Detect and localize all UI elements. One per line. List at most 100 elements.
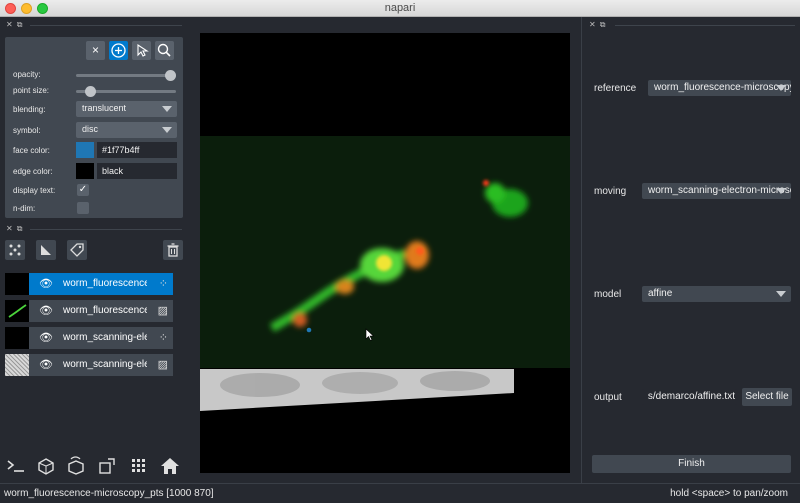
home-icon (161, 458, 179, 474)
eye-icon[interactable]: 👁 (39, 304, 53, 317)
status-message: worm_fluorescence-microscopy_pts [1000 8… (4, 488, 214, 499)
points-layer-type-icon: ⁘ (158, 278, 168, 290)
bright-spot (376, 255, 392, 271)
new-labels-layer-button[interactable] (67, 240, 87, 260)
eye-icon[interactable]: 👁 (39, 358, 53, 371)
dock-float-icon[interactable]: ⧉ (600, 20, 606, 29)
point-size-slider-handle[interactable] (85, 86, 96, 97)
worm-image-thumbnail (8, 304, 27, 318)
edge-color-swatch[interactable] (76, 163, 94, 179)
output-path-input[interactable]: s/demarco/affine.txt (642, 389, 737, 405)
new-shapes-layer-button[interactable] (36, 240, 56, 260)
chevron-down-icon (776, 85, 786, 91)
dock-float-icon[interactable]: ⧉ (17, 224, 23, 233)
face-color-swatch[interactable] (76, 142, 94, 158)
dock-float-icon[interactable]: ⧉ (17, 20, 23, 29)
ndim-label: n-dim: (13, 204, 36, 213)
display-text-checkbox[interactable]: ✓ (77, 184, 89, 196)
points-layer-type-icon: ⁘ (158, 332, 168, 344)
blending-select[interactable]: translucent (76, 101, 177, 117)
layer-name[interactable]: worm_fluorescence-microscopy (63, 305, 147, 316)
dock-divider (30, 229, 182, 230)
delete-layer-button[interactable] (163, 240, 183, 260)
ndisplay-icon (38, 458, 54, 475)
layer-item[interactable]: 👁 worm_fluorescence-microscopy_pts ⁘ (5, 273, 173, 295)
new-points-icon (9, 244, 21, 256)
moving-select[interactable]: worm_scanning-electron-microscopy (642, 183, 791, 199)
dock-close-icon[interactable]: ✕ (6, 20, 13, 29)
opacity-label: opacity: (13, 70, 41, 79)
dock-close-icon[interactable]: ✕ (589, 20, 596, 29)
chevron-down-icon (776, 188, 786, 194)
blending-value: translucent (82, 103, 127, 113)
layer-name[interactable]: worm_fluorescence-microscopy_pts (63, 278, 147, 289)
symbol-value: disc (82, 124, 99, 134)
console-icon (7, 460, 24, 472)
registration-dock-header: ✕ ⧉ (589, 20, 609, 32)
dock-close-icon[interactable]: ✕ (6, 224, 13, 233)
status-bar: worm_fluorescence-microscopy_pts [1000 8… (0, 483, 800, 503)
layer-name[interactable]: worm_scanning-electron-microscopy (63, 359, 147, 370)
finish-button[interactable]: Finish (592, 455, 791, 473)
display-text-label: display text: (13, 186, 56, 195)
model-select[interactable]: affine (642, 286, 791, 302)
layer-item[interactable]: 👁 worm_scanning-electron-microscopy_pts … (5, 327, 173, 349)
close-icon: × (91, 43, 99, 57)
delete-selected-points-button[interactable]: × (86, 41, 105, 60)
model-label: model (594, 289, 622, 300)
new-points-layer-button[interactable] (5, 240, 25, 260)
add-points-button[interactable] (109, 41, 128, 60)
select-points-button[interactable] (132, 41, 151, 60)
bright-spot (483, 180, 489, 186)
layer-item[interactable]: 👁 worm_scanning-electron-microscopy ▨ (5, 354, 173, 376)
layer-controls-dock-header: ✕ ⧉ (6, 20, 26, 32)
layer-item-body: 👁 worm_fluorescence-microscopy ▨ (29, 300, 173, 322)
dock-divider (30, 25, 182, 26)
symbol-select[interactable]: disc (76, 122, 177, 138)
layer-controls-panel: × opacity: point size: blending: translu… (5, 37, 183, 218)
blending-label: blending: (13, 105, 46, 114)
window-titlebar: napari (0, 0, 800, 17)
window-title: napari (384, 2, 416, 14)
new-labels-icon (70, 243, 84, 257)
pan-zoom-button[interactable] (155, 41, 174, 60)
console-button[interactable] (5, 456, 27, 476)
bright-spot (416, 247, 424, 255)
reference-select[interactable]: worm_fluorescence-microscopy (648, 80, 791, 96)
grid-icon (132, 459, 145, 472)
chevron-down-icon (162, 106, 172, 112)
point-marker[interactable] (306, 327, 312, 333)
viewer-canvas[interactable] (200, 33, 570, 473)
layer-item[interactable]: 👁 worm_fluorescence-microscopy ▨ (5, 300, 173, 322)
eye-icon[interactable]: 👁 (39, 277, 53, 290)
opacity-slider-track[interactable] (76, 74, 176, 77)
trash-icon (167, 243, 179, 257)
roll-dims-button[interactable] (65, 456, 87, 476)
transpose-dims-icon (99, 458, 115, 474)
face-color-input[interactable]: #1f77b4ff (97, 142, 177, 158)
layer-thumbnail (5, 354, 29, 376)
reset-view-button[interactable] (159, 456, 181, 476)
grid-view-button[interactable] (128, 456, 150, 476)
edge-color-label: edge color: (13, 167, 53, 176)
model-value: affine (648, 288, 673, 299)
ndim-checkbox[interactable] (77, 202, 89, 214)
face-color-label: face color: (13, 146, 50, 155)
ndisplay-button[interactable] (35, 456, 57, 476)
registration-panel: ✕ ⧉ reference worm_fluorescence-microscop… (581, 17, 800, 483)
eye-icon[interactable]: 👁 (39, 331, 53, 344)
symbol-label: symbol: (13, 126, 41, 135)
layer-name[interactable]: worm_scanning-electron-microscopy_pts (63, 332, 147, 343)
transpose-dims-button[interactable] (96, 456, 118, 476)
edge-color-input[interactable]: black (97, 163, 177, 179)
layer-item-body: 👁 worm_scanning-electron-microscopy ▨ (29, 354, 173, 376)
layer-item-body: 👁 worm_scanning-electron-microscopy_pts … (29, 327, 173, 349)
layer-thumbnail (5, 327, 29, 349)
image-layer-type-icon: ▨ (157, 305, 168, 317)
select-file-button[interactable]: Select file (742, 388, 792, 406)
opacity-slider-handle[interactable] (165, 70, 176, 81)
canvas-image (200, 136, 570, 411)
new-shapes-icon (41, 245, 51, 255)
point-size-label: point size: (13, 86, 50, 95)
chevron-down-icon (776, 291, 786, 297)
